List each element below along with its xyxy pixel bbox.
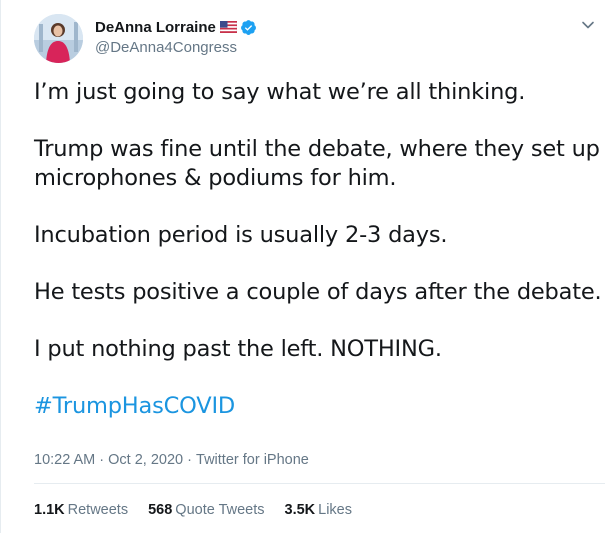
tweet-paragraph: Trump was fine until the debate, where t… [34, 135, 600, 193]
tweet-paragraph: I put nothing past the left. NOTHING. [34, 336, 442, 362]
retweets-count: 1.1K [34, 502, 65, 518]
quotes-label: Quote Tweets [175, 502, 265, 518]
likes-stat[interactable]: 3.5K Likes [285, 502, 353, 518]
tweet-date[interactable]: Oct 2, 2020 [108, 452, 183, 468]
tweet-header: DeAnna Lorraine @DeAnna4Congress [34, 14, 594, 64]
likes-count: 3.5K [284, 502, 316, 518]
meta-separator: · [99, 452, 109, 468]
tweet-time[interactable]: 10:22 AM [34, 452, 95, 468]
tweet-text: I’m just going to say what we’re all thi… [34, 78, 602, 421]
hashtag-link[interactable]: #TrumpHasCOVID [34, 392, 594, 421]
tweet-paragraph: Incubation period is usually 2-3 days. [34, 222, 448, 248]
tweet-paragraph: He tests positive a couple of days after… [34, 279, 602, 305]
tweet-meta: 10:22 AM · Oct 2, 2020 · Twitter for iPh… [34, 452, 309, 468]
tweet-stats: 1.1K Retweets 568 Quote Tweets 3.5K Likes [34, 502, 372, 518]
retweets-stat[interactable]: 1.1K Retweets [34, 502, 128, 518]
display-name[interactable]: DeAnna Lorraine [95, 19, 216, 36]
display-name-row: DeAnna Lorraine [95, 17, 257, 37]
meta-separator: · [187, 452, 197, 468]
quotes-count: 568 [148, 502, 173, 518]
tweet-source[interactable]: Twitter for iPhone [196, 452, 309, 468]
tweet-line: Trump was fine until the debate, where t… [34, 136, 600, 162]
tweet-line: microphones & podiums for him. [34, 165, 397, 191]
chevron-down-icon[interactable] [581, 18, 595, 32]
us-flag-icon [219, 21, 237, 33]
author-handle[interactable]: @DeAnna4Congress [95, 39, 257, 56]
avatar[interactable] [34, 14, 83, 63]
likes-label: Likes [318, 502, 352, 518]
quote-tweets-stat[interactable]: 568 Quote Tweets [148, 502, 264, 518]
retweets-label: Retweets [67, 502, 129, 518]
divider [34, 483, 605, 484]
author-names: DeAnna Lorraine @DeAnna4Congress [95, 17, 257, 56]
tweet-paragraph: I’m just going to say what we’re all thi… [34, 79, 526, 105]
verified-badge-icon [240, 19, 256, 35]
tweet-card: DeAnna Lorraine @DeAnna4Congress I’m jus… [0, 0, 605, 533]
